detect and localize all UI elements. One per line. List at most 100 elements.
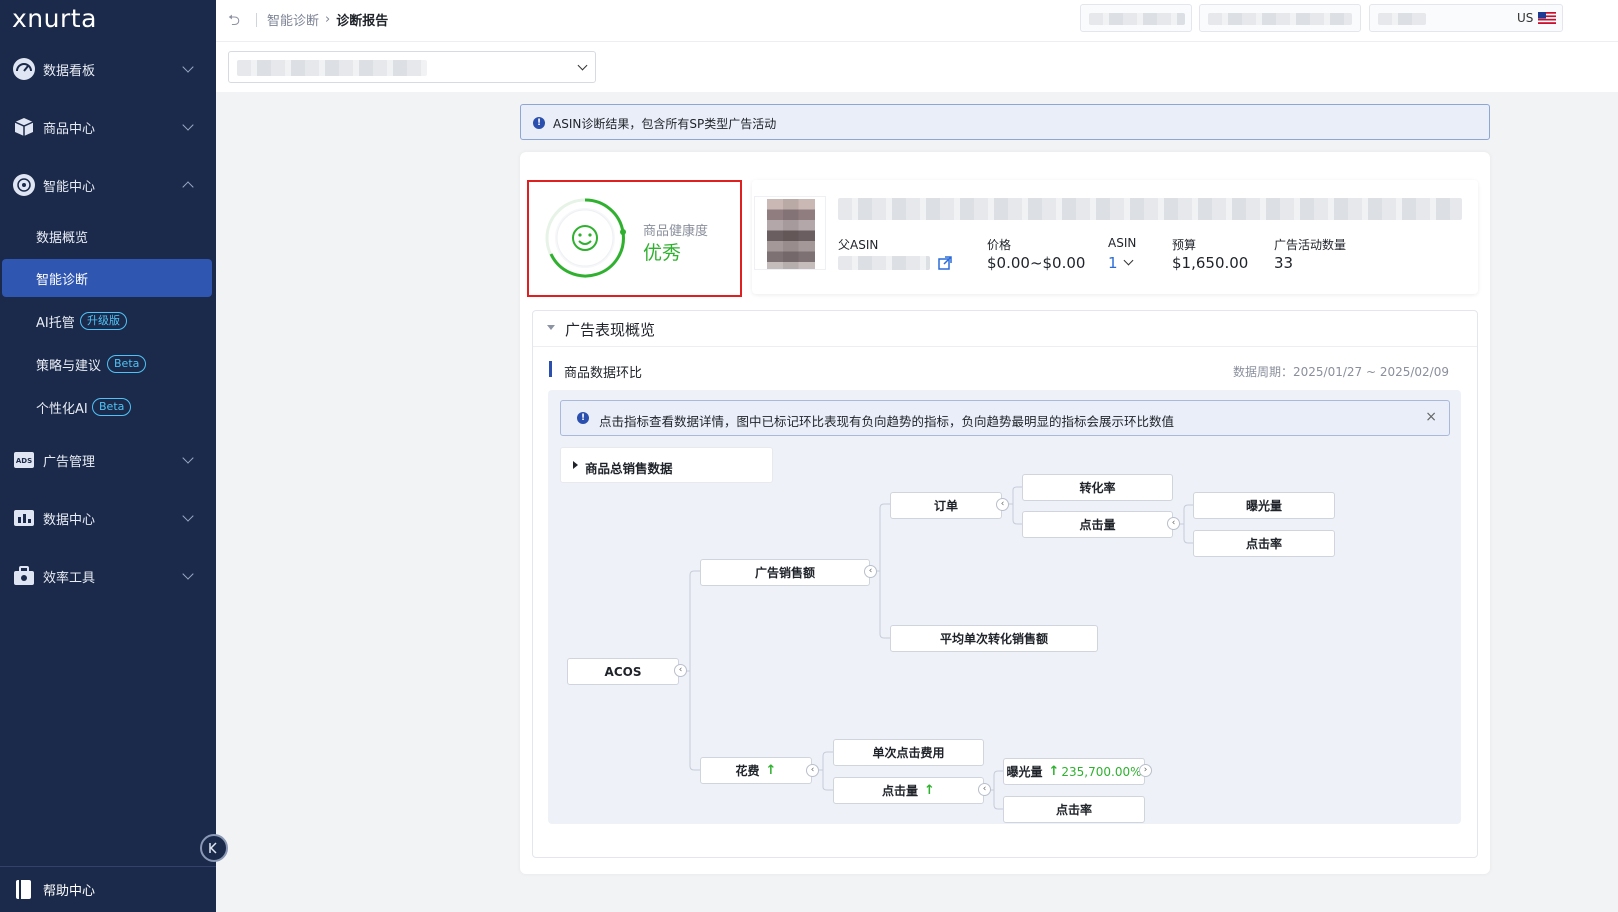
breadcrumb-parent[interactable]: 智能诊断 xyxy=(267,10,319,29)
node-label: 平均单次转化销售额 xyxy=(939,632,1048,646)
hint-alert: ! 点击指标查看数据详情，图中已标记环比表现有负向趋势的指标，负向趋势最明显的指… xyxy=(560,400,1450,436)
node-cpc[interactable]: 单次点击费用 xyxy=(833,739,984,766)
asin-label: ASIN xyxy=(1108,236,1137,250)
redacted-text xyxy=(1208,13,1352,25)
asin-count[interactable]: 1 xyxy=(1108,254,1118,272)
health-score-panel: 商品健康度 优秀 xyxy=(527,180,742,297)
node-impressions-spend[interactable]: 曝光量 ↑ 235,700.00% xyxy=(1003,758,1145,785)
help-center[interactable]: 帮助中心 xyxy=(0,866,216,912)
sub-item-label: AI托管 xyxy=(36,315,75,331)
node-expand-icon[interactable]: ‹ xyxy=(1167,517,1180,530)
sub-item-label: 个性化AI xyxy=(36,401,88,417)
node-clicks-spend[interactable]: 点击量 ↑ xyxy=(833,777,984,804)
alert-text: ASIN诊断结果，包含所有SP类型广告活动 xyxy=(553,117,777,131)
nav-label: 商品中心 xyxy=(43,121,96,137)
svg-text:ADS: ADS xyxy=(16,457,32,465)
sub-item-diagnosis[interactable]: 智能诊断 xyxy=(2,259,212,297)
node-impressions[interactable]: 曝光量 xyxy=(1193,492,1335,519)
us-flag-icon xyxy=(1538,12,1556,28)
chevron-down-icon xyxy=(182,510,194,522)
sub-item-ai-managed[interactable]: AI托管 升级版 xyxy=(0,302,216,340)
upgrade-badge: 升级版 xyxy=(80,312,127,330)
campaigns-value: 33 xyxy=(1274,254,1294,272)
divider xyxy=(256,12,257,27)
redacted-text xyxy=(237,60,427,76)
node-ctr-spend[interactable]: 点击率 xyxy=(1003,796,1145,823)
nav-item-dashboard[interactable]: 数据看板 xyxy=(0,49,216,89)
node-avg-sales-per-conversion[interactable]: 平均单次转化销售额 xyxy=(890,625,1098,652)
node-label: 转化率 xyxy=(1079,481,1116,495)
app-logo[interactable]: xnurta xyxy=(12,4,97,33)
chevron-down-icon xyxy=(577,60,588,71)
close-icon[interactable]: × xyxy=(1425,409,1437,425)
redacted-text xyxy=(1378,13,1426,25)
node-expand-icon[interactable]: ‹ xyxy=(996,498,1009,511)
chevron-down-icon xyxy=(182,452,194,464)
asin-selector[interactable] xyxy=(228,51,596,83)
box-icon xyxy=(12,115,36,139)
node-label: 点击量 xyxy=(882,784,919,798)
region-label: US xyxy=(1517,11,1534,25)
node-label: 单次点击费用 xyxy=(872,746,945,760)
node-clicks[interactable]: 点击量 xyxy=(1022,511,1173,538)
budget-value: $1,650.00 xyxy=(1172,254,1249,272)
nav-label: 效率工具 xyxy=(43,570,96,586)
marketplace-selector[interactable]: US xyxy=(1369,4,1563,32)
sub-item-label: 智能诊断 xyxy=(36,272,89,288)
budget-label: 预算 xyxy=(1172,238,1197,252)
toolbox-icon xyxy=(12,564,36,588)
back-arrow-icon[interactable]: ⮌ xyxy=(228,11,246,29)
product-thumbnail[interactable] xyxy=(754,196,826,270)
nav-item-data[interactable]: 数据中心 xyxy=(0,498,216,538)
campaigns-label: 广告活动数量 xyxy=(1274,238,1347,252)
nav-label: 数据中心 xyxy=(43,512,96,528)
external-link-icon[interactable] xyxy=(938,256,952,274)
node-expand-icon[interactable]: ‹ xyxy=(978,783,991,796)
redacted-text xyxy=(1089,13,1185,25)
nav-item-intelligence[interactable]: 智能中心 xyxy=(0,165,216,205)
node-label: 曝光量 xyxy=(1006,765,1043,779)
info-icon: ! xyxy=(533,117,545,129)
node-label: 订单 xyxy=(933,499,958,513)
node-expand-icon[interactable]: ‹ xyxy=(674,664,687,677)
node-expand-icon[interactable]: ‹ xyxy=(864,565,877,578)
node-orders[interactable]: 订单 xyxy=(890,492,1002,519)
node-spend[interactable]: 花费 ↑ xyxy=(700,757,812,784)
product-info-card: 父ASIN 价格 $0.00~$0.00 ASIN 1 预算 $1,650.00… xyxy=(752,180,1478,294)
node-conversion-rate[interactable]: 转化率 xyxy=(1022,474,1173,501)
chevron-down-icon xyxy=(182,61,194,73)
node-ctr[interactable]: 点击率 xyxy=(1193,530,1335,557)
trend-up-icon: ↑ xyxy=(1048,764,1060,779)
sub-item-strategy[interactable]: 策略与建议 Beta xyxy=(0,345,216,383)
store-selector[interactable] xyxy=(1080,4,1192,32)
help-label: 帮助中心 xyxy=(43,884,96,899)
chevron-down-icon xyxy=(182,119,194,131)
health-label: 商品健康度 xyxy=(643,224,709,239)
chevron-down-icon[interactable] xyxy=(1123,255,1134,266)
node-acos[interactable]: ACOS xyxy=(567,658,679,685)
book-icon xyxy=(14,879,34,905)
health-gauge xyxy=(545,198,626,278)
node-expand-icon[interactable]: ‹ xyxy=(806,764,819,777)
parent-asin-label: 父ASIN xyxy=(838,238,879,252)
sub-item-personal-ai[interactable]: 个性化AI Beta xyxy=(0,388,216,426)
section-marker xyxy=(549,361,552,377)
sub-item-overview[interactable]: 数据概览 xyxy=(0,217,216,255)
nav-item-products[interactable]: 商品中心 xyxy=(0,107,216,147)
nav-label: 数据看板 xyxy=(43,63,96,79)
account-selector[interactable] xyxy=(1199,4,1361,32)
performance-header[interactable]: 广告表现概览 xyxy=(533,311,1477,347)
collapse-caret-icon xyxy=(547,325,555,330)
node-ad-sales[interactable]: 广告销售额 xyxy=(700,559,870,586)
node-label: 点击量 xyxy=(1079,518,1116,532)
beta-badge: Beta xyxy=(107,355,147,373)
nav-item-tools[interactable]: 效率工具 xyxy=(0,556,216,596)
dashboard-icon xyxy=(12,57,36,81)
trend-up-icon: ↑ xyxy=(924,783,935,798)
sales-data-toggle[interactable]: 商品总销售数据 xyxy=(560,447,773,483)
node-label: 花费 xyxy=(735,764,760,778)
nav-item-ads[interactable]: ADS 广告管理 xyxy=(0,440,216,480)
product-title-redacted xyxy=(838,198,1462,220)
collapse-sidebar-button[interactable] xyxy=(200,834,228,862)
node-expand-icon[interactable]: › xyxy=(1139,764,1152,777)
